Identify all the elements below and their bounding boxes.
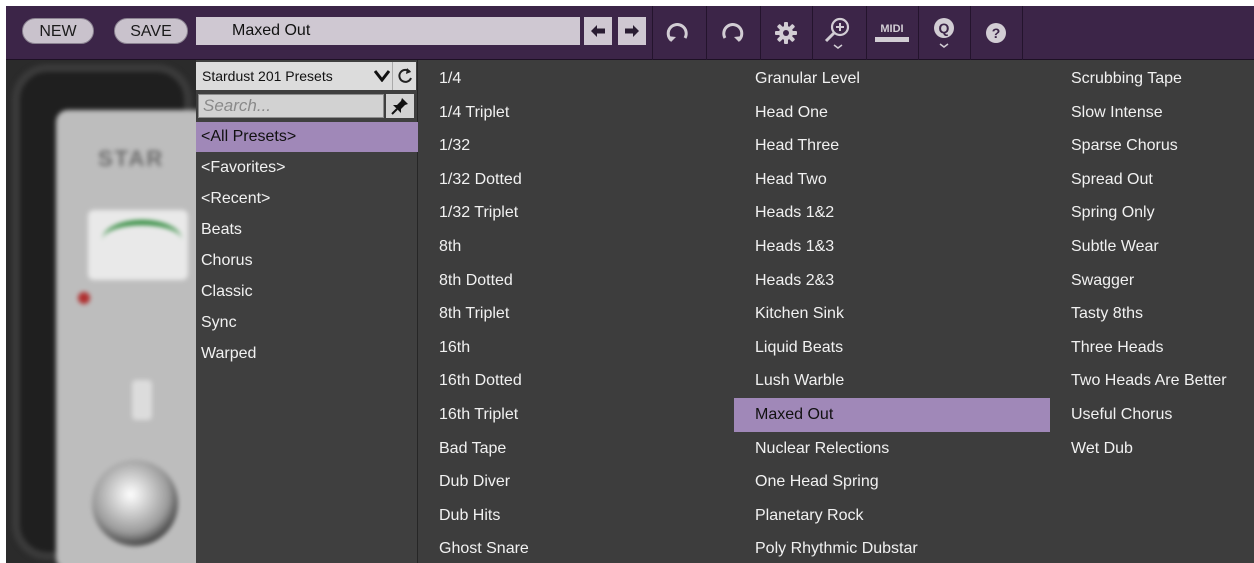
- next-preset-button[interactable]: [618, 17, 646, 45]
- undo-icon: [666, 22, 688, 42]
- plugin-brand: STAR: [98, 146, 165, 171]
- preset-item[interactable]: 16th Dotted: [418, 364, 734, 398]
- preset-item[interactable]: Planetary Rock: [734, 499, 1050, 533]
- preset-item[interactable]: Wet Dub: [1050, 432, 1254, 466]
- help-icon: ?: [985, 23, 1006, 43]
- preset-column-2: Granular Level Head One Head Three Head Two…: [734, 62, 1050, 563]
- undo-button[interactable]: [652, 6, 702, 60]
- preset-item[interactable]: 1/32 Triplet: [418, 196, 734, 230]
- preset-item[interactable]: Spring Only: [1050, 196, 1254, 230]
- preset-item[interactable]: Scrubbing Tape: [1050, 62, 1254, 96]
- refresh-icon: [397, 68, 412, 83]
- arrow-right-icon: [625, 25, 639, 37]
- help-button[interactable]: ?: [970, 6, 1020, 60]
- vu-meter-arc: [102, 220, 182, 260]
- peak-led: [78, 292, 90, 304]
- pin-button[interactable]: [386, 94, 414, 118]
- midi-button[interactable]: MIDI: [866, 6, 916, 60]
- preset-item[interactable]: Heads 1&3: [734, 230, 1050, 264]
- preset-item[interactable]: Dub Diver: [418, 465, 734, 499]
- preset-item[interactable]: 8th: [418, 230, 734, 264]
- preset-item[interactable]: Sparse Chorus: [1050, 129, 1254, 163]
- search-input[interactable]: [198, 94, 384, 118]
- preset-item[interactable]: 8th Dotted: [418, 264, 734, 298]
- category-item[interactable]: Beats: [196, 214, 418, 245]
- preset-item[interactable]: Lush Warble: [734, 364, 1050, 398]
- refresh-button[interactable]: [392, 62, 416, 90]
- preset-column-3: Scrubbing Tape Slow Intense Sparse Chorus S…: [1050, 62, 1254, 465]
- preset-item[interactable]: Subtle Wear: [1050, 230, 1254, 264]
- toolbar: NEW SAVE Maxed Out MIDI Q ?: [6, 6, 1254, 60]
- plugin-background: STAR: [6, 60, 196, 563]
- save-button[interactable]: SAVE: [114, 18, 188, 44]
- preset-item[interactable]: Useful Chorus: [1050, 398, 1254, 432]
- preset-item[interactable]: Dub Hits: [418, 499, 734, 533]
- previous-preset-button[interactable]: [584, 17, 612, 45]
- preset-item[interactable]: Swagger: [1050, 264, 1254, 298]
- midi-icon: MIDI: [874, 23, 909, 42]
- preset-item[interactable]: 1/32: [418, 129, 734, 163]
- preset-item[interactable]: Heads 2&3: [734, 264, 1050, 298]
- bank-selector[interactable]: Stardust 201 Presets: [196, 62, 372, 90]
- zoom-icon: [824, 17, 849, 49]
- category-item[interactable]: Sync: [196, 307, 418, 338]
- preset-item[interactable]: 16th Triplet: [418, 398, 734, 432]
- category-item[interactable]: <Favorites>: [196, 152, 418, 183]
- settings-button[interactable]: [760, 6, 810, 60]
- svg-text:MIDI: MIDI: [880, 23, 903, 35]
- preset-item[interactable]: Spread Out: [1050, 163, 1254, 197]
- category-item[interactable]: <Recent>: [196, 183, 418, 214]
- input-volume-knob: [92, 460, 178, 546]
- category-panel: Stardust 201 Presets <All Presets><Favor…: [196, 60, 418, 563]
- preset-item[interactable]: Poly Rhythmic Dubstar: [734, 532, 1050, 563]
- preset-item[interactable]: Heads 1&2: [734, 196, 1050, 230]
- gear-icon: [774, 22, 797, 44]
- preset-item[interactable]: Three Heads: [1050, 331, 1254, 365]
- category-item[interactable]: Warped: [196, 338, 418, 369]
- zoom-button[interactable]: [812, 6, 862, 60]
- quick-controls-button[interactable]: Q: [918, 6, 968, 60]
- new-button[interactable]: NEW: [22, 18, 94, 44]
- preset-item[interactable]: Slow Intense: [1050, 96, 1254, 130]
- preset-item[interactable]: Two Heads Are Better: [1050, 364, 1254, 398]
- category-item[interactable]: Chorus: [196, 245, 418, 276]
- toolbar-divider: [1022, 6, 1023, 60]
- q-icon: Q: [933, 18, 954, 48]
- current-preset-name[interactable]: Maxed Out: [196, 17, 580, 45]
- preset-list-panel: 1/4 1/4 Triplet 1/32 1/32 Dotted 1/32 Triple…: [418, 60, 1254, 563]
- preset-item[interactable]: One Head Spring: [734, 465, 1050, 499]
- preset-item[interactable]: 1/4: [418, 62, 734, 96]
- category-item[interactable]: Classic: [196, 276, 418, 307]
- preset-item[interactable]: Tasty 8ths: [1050, 297, 1254, 331]
- preset-item[interactable]: Granular Level: [734, 62, 1050, 96]
- chevron-down-icon: [374, 70, 390, 82]
- preset-item[interactable]: 16th: [418, 331, 734, 365]
- redo-icon: [721, 22, 743, 42]
- bank-dropdown-button[interactable]: [372, 62, 392, 90]
- preset-column-1: 1/4 1/4 Triplet 1/32 1/32 Dotted 1/32 Triple…: [418, 62, 734, 563]
- preset-item[interactable]: Ghost Snare: [418, 532, 734, 563]
- preset-item[interactable]: Head Three: [734, 129, 1050, 163]
- svg-text:Q: Q: [938, 20, 949, 36]
- preset-item[interactable]: 1/4 Triplet: [418, 96, 734, 130]
- preset-item[interactable]: Kitchen Sink: [734, 297, 1050, 331]
- arrow-left-icon: [591, 25, 605, 37]
- preset-item[interactable]: Liquid Beats: [734, 331, 1050, 365]
- preset-item[interactable]: 1/32 Dotted: [418, 163, 734, 197]
- preset-item[interactable]: Nuclear Relections: [734, 432, 1050, 466]
- preset-item[interactable]: Maxed Out: [734, 397, 1050, 432]
- redo-button[interactable]: [706, 6, 756, 60]
- category-list: <All Presets> <Favorites> <Recent> Beats Cho…: [196, 122, 418, 369]
- preset-item[interactable]: Head Two: [734, 163, 1050, 197]
- preset-item[interactable]: Bad Tape: [418, 432, 734, 466]
- pin-icon: [391, 98, 408, 115]
- preset-item[interactable]: Head One: [734, 96, 1050, 130]
- category-item[interactable]: <All Presets>: [196, 122, 418, 152]
- stereo-toggle: [132, 380, 152, 420]
- svg-text:?: ?: [991, 25, 1000, 41]
- preset-item[interactable]: 8th Triplet: [418, 297, 734, 331]
